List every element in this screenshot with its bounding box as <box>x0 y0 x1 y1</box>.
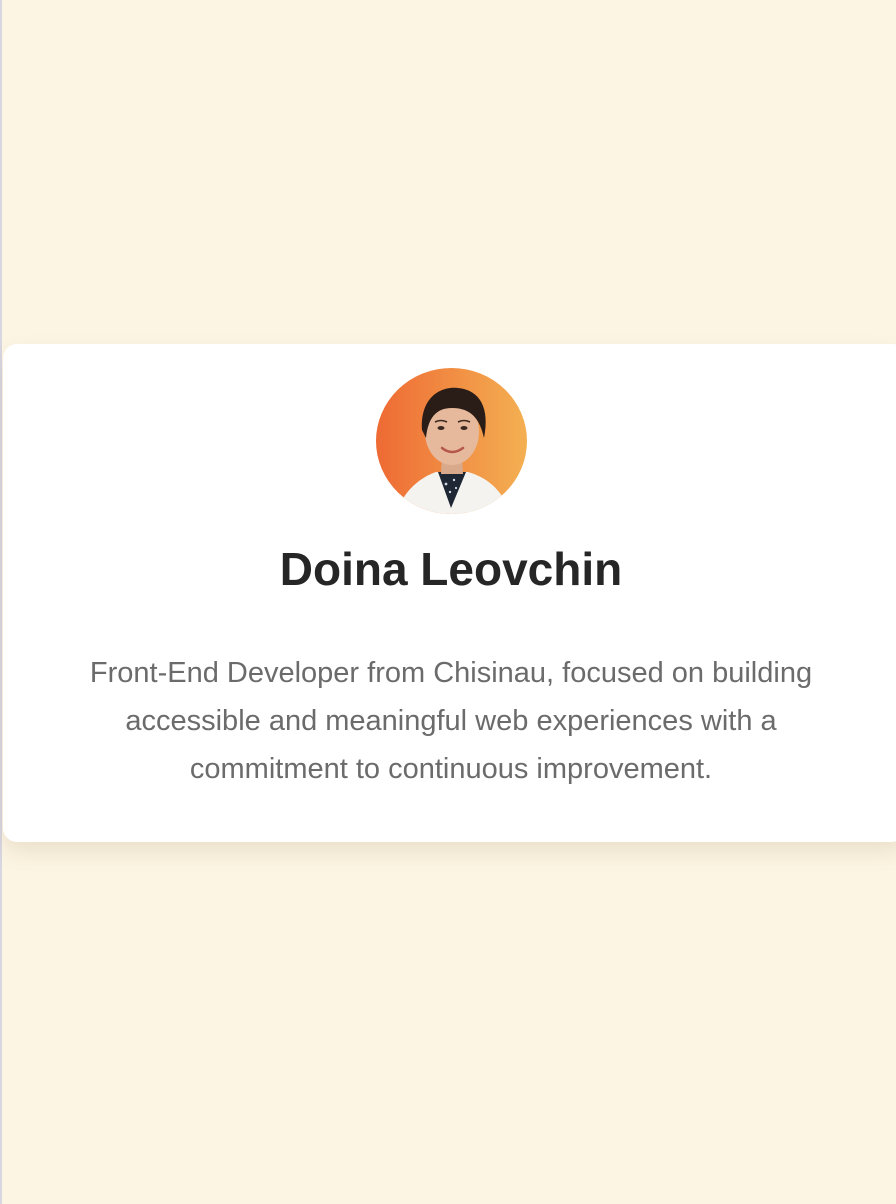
avatar-photo-icon <box>376 368 527 514</box>
profile-bio: Front-End Developer from Chisinau, focus… <box>89 657 813 785</box>
profile-card: Doina Leovchin Front-End Developer from … <box>3 344 896 842</box>
profile-avatar <box>376 368 527 514</box>
page-left-border <box>0 0 2 1204</box>
profile-name: Doina Leovchin <box>279 543 623 595</box>
